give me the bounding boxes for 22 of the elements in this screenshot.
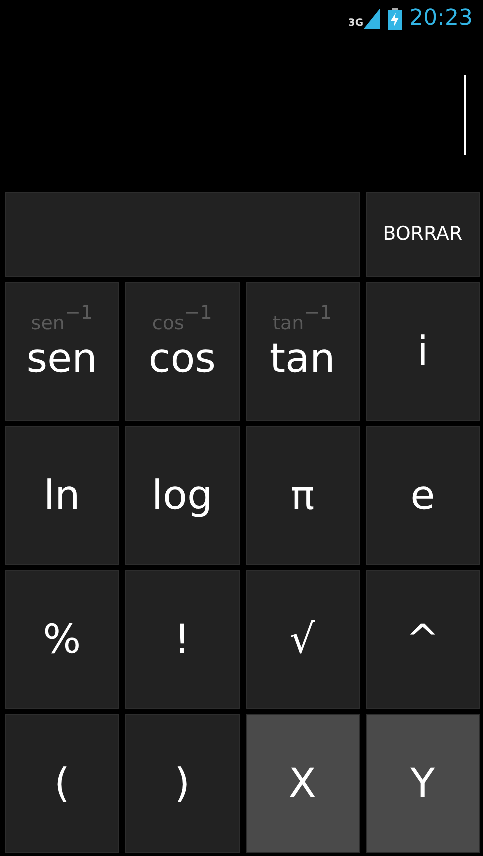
battery-charging-icon <box>388 8 402 30</box>
calculator-key[interactable]: π <box>246 426 360 565</box>
calculator-key[interactable]: i <box>366 282 480 421</box>
key-label: tan <box>270 339 336 380</box>
calculator-key[interactable]: % <box>5 570 120 709</box>
calculator-key[interactable]: log <box>125 426 240 565</box>
calculator-key[interactable]: ) <box>125 714 240 853</box>
calculator-key[interactable]: e <box>366 426 480 565</box>
calculator-key[interactable]: ^ <box>366 570 480 709</box>
signal-icon <box>364 9 380 29</box>
calculator-key[interactable]: Y <box>366 714 480 853</box>
calculator-key[interactable]: ( <box>5 714 120 853</box>
calculator-key[interactable]: ! <box>125 570 240 709</box>
calculator-key[interactable]: √ <box>246 570 360 709</box>
calculator-key[interactable]: ln <box>5 426 120 565</box>
network-type-label: 3G <box>348 19 364 29</box>
clock: 20:23 <box>410 8 473 30</box>
key-label: cos <box>148 339 216 380</box>
input-field[interactable] <box>5 192 360 277</box>
key-label: sen <box>26 339 98 380</box>
clear-button[interactable]: BORRAR <box>366 192 480 277</box>
calculator-key[interactable]: X <box>246 714 360 853</box>
